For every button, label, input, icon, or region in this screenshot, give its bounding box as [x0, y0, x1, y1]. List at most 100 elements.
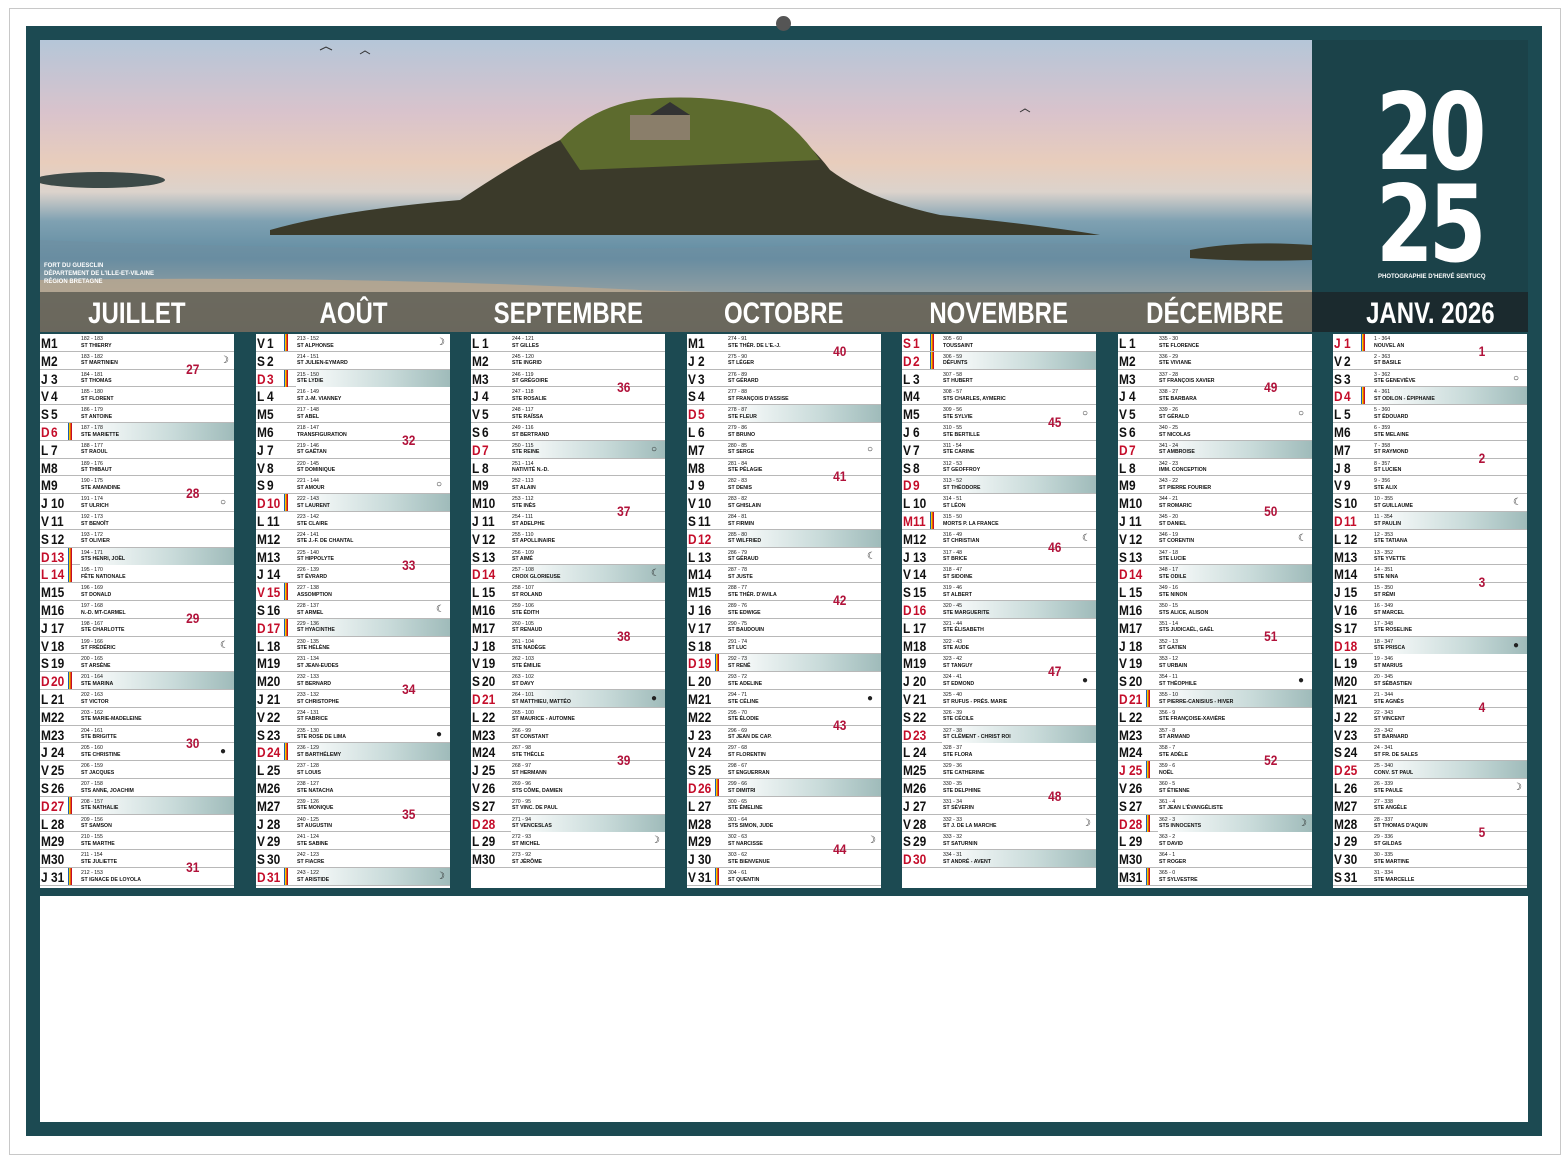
saint-name: ST AUGUSTIN [297, 823, 332, 830]
day-row: S 18 291 - 74 ST LUC [687, 637, 881, 655]
day-number: 14 [913, 566, 927, 583]
holiday-marker-icon [1361, 334, 1365, 351]
day-row: J 29 29 - 336 ST GILDAS [1333, 832, 1527, 851]
day-row: V 1 213 - 152 ST ALPHONSE [256, 334, 450, 352]
weekday-letter: M [903, 655, 913, 672]
weekday-letter: L [1119, 833, 1127, 850]
day-info: 218 - 147 TRANSFIGURATION [297, 425, 347, 438]
saint-name: STE FRANÇOISE-XAVIÈRE [1159, 716, 1226, 723]
day-number: 31 [698, 869, 712, 885]
day-number: 15 [913, 584, 927, 601]
day-info: 13 - 352 STE YVETTE [1374, 550, 1406, 563]
saint-name: ST THIBAUT [81, 467, 112, 474]
saint-name: STE MARIE-MADELEINE [81, 716, 142, 723]
day-number: 29 [913, 833, 927, 850]
week-number: 30 [186, 734, 200, 751]
day-row: D 28 271 - 94 ST VENCESLAS [471, 814, 665, 833]
day-row: S 13 347 - 18 STE LUCIE [1118, 548, 1312, 566]
day-row: L 28 209 - 156 ST SAMSON [40, 815, 234, 833]
holiday-marker-icon [284, 868, 288, 885]
day-row: J 13 317 - 48 ST BRICE [902, 548, 1096, 566]
weekday-letter: M [1119, 619, 1129, 636]
day-number: 3 [698, 370, 705, 387]
day-number: 26 [1129, 780, 1143, 796]
month-column: M 1 274 - 91 STE THÉR. DE L'E.-J. J 2 275 - 90… [687, 334, 881, 888]
day-row: M 11 315 - 50 MORTS P. LA FRANCE [902, 512, 1096, 530]
day-number: 29 [698, 833, 712, 850]
weekday-letter: L [257, 637, 265, 654]
weekday-letter: S [41, 406, 49, 423]
saint-name: ST FR. DE SALES [1374, 751, 1418, 758]
saint-name: ST AMOUR [297, 484, 325, 491]
weekday-letter: S [1119, 797, 1127, 814]
day-info: 245 - 120 STE INGRID [512, 354, 542, 367]
saint-name: N.-D. MT-CARMEL [81, 609, 126, 616]
weekday-letter: M [1119, 744, 1129, 761]
day-info: 275 - 90 ST LÉGER [728, 354, 754, 367]
week-number: 49 [1264, 378, 1278, 395]
day-row: L 25 237 - 128 ST LOUIS [256, 761, 450, 779]
saint-name: ST DENIS [728, 484, 752, 491]
day-row: V 30 30 - 335 STE MARTINE [1333, 850, 1527, 868]
weekday-letter: J [41, 619, 48, 636]
saint-name: ASSOMPTION [297, 591, 332, 598]
month-column: M 1 182 - 183 ST THIERRY M 2 183 - 182 ST MARTI… [40, 334, 234, 888]
day-row: M 10 253 - 112 STE INÈS [471, 494, 665, 512]
week-number: 2 [1478, 449, 1486, 466]
day-row: L 7 188 - 177 ST RAOUL [40, 441, 234, 459]
day-row: M 15 196 - 169 ST DONALD [40, 583, 234, 601]
day-info: 183 - 182 ST MARTINIEN [81, 354, 118, 367]
saint-name: ST BERTRAND [512, 431, 550, 438]
day-number: 13 [698, 548, 712, 565]
weekday-letter: V [41, 513, 49, 529]
day-info: 287 - 78 ST JUSTE [728, 567, 753, 580]
weekday-letter: J [1119, 762, 1126, 779]
day-info: 191 - 174 ST ULRICH [81, 496, 109, 509]
weekday-letter: M [41, 477, 51, 494]
day-number: 12 [913, 530, 927, 547]
weekday-letter: M [41, 335, 51, 351]
day-row: L 12 12 - 353 STE TATIANA [1333, 530, 1527, 548]
weekday-letter: D [472, 441, 481, 458]
day-row: J 6 310 - 55 STE BERTILLE [902, 423, 1096, 441]
day-row: M 12 316 - 49 ST CHRISTIAN [902, 530, 1096, 548]
weekday-letter: D [1119, 691, 1128, 707]
saint-name: STE ALIX [1374, 484, 1398, 491]
saint-name: STE CHARLOTTE [81, 627, 125, 634]
day-info: 297 - 68 ST FLORENTIN [728, 745, 766, 758]
saint-name: STE EDWIGE [728, 609, 761, 616]
day-number: 7 [913, 441, 920, 458]
day-number: 17 [267, 619, 281, 636]
day-number: 26 [267, 780, 281, 796]
saint-name: STE THÉR. D'AVILA [728, 591, 777, 598]
holiday-marker-icon [930, 512, 934, 529]
day-info: 207 - 158 STS ANNE, JOACHIM [81, 781, 134, 794]
day-row: S 27 270 - 95 ST VINC. DE PAUL [471, 797, 665, 815]
day-info: 260 - 105 ST RENAUD [512, 621, 542, 634]
day-info: 6 - 359 STE MELAINE [1374, 425, 1409, 438]
day-number: 11 [267, 513, 280, 529]
day-info: 357 - 8 ST ARMAND [1159, 728, 1190, 741]
day-info: 31 - 334 STE MARCELLE [1374, 870, 1414, 883]
day-info: 227 - 138 ASSOMPTION [297, 585, 332, 598]
day-info: 284 - 81 ST FIRMIN [728, 514, 754, 527]
day-row: S 17 17 - 348 STE ROSELINE [1333, 619, 1527, 637]
saint-name: ST ÉTIENNE [1159, 787, 1190, 794]
landscape-photo: FORT DU GUESCLIN DÉPARTEMENT DE L'ILLE-E… [40, 40, 1312, 332]
day-info: 316 - 49 ST CHRISTIAN [943, 532, 979, 545]
weekday-letter: V [41, 637, 49, 654]
month-column: L 1 244 - 121 ST GILLES M 2 245 - 120 STE INGRI… [471, 334, 665, 888]
weekday-letter: D [688, 530, 697, 547]
day-info: 193 - 172 ST OLIVIER [81, 532, 110, 545]
weekday-letter: M [472, 495, 482, 512]
day-number: 21 [267, 691, 281, 707]
day-row: V9 9 - 356 STE ALIX [1333, 476, 1527, 495]
weekday-letter: J [688, 352, 695, 369]
saint-name: ST BAUDOUIN [728, 627, 765, 634]
day-number: 18 [698, 637, 712, 654]
day-number: 4 [913, 388, 920, 405]
day-row: S 8 312 - 53 ST GEOFFROY [902, 459, 1096, 477]
weekday-letter: S [41, 655, 49, 672]
day-number: 21 [1344, 691, 1358, 707]
saint-name: STE AUDE [943, 645, 970, 652]
